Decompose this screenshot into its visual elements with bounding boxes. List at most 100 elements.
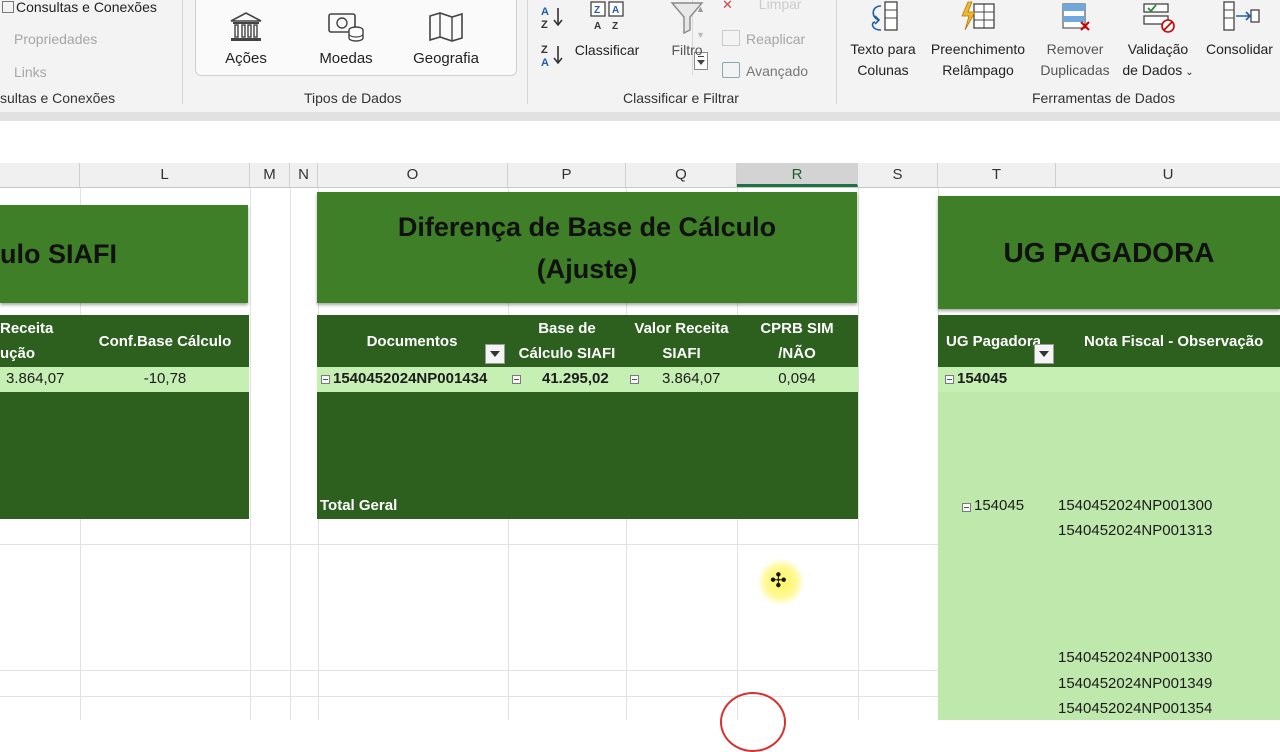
stocks-button[interactable]: Ações	[214, 10, 278, 67]
ribbon-separator	[836, 0, 837, 104]
column-header-n[interactable]: N	[290, 163, 318, 187]
column-header-k[interactable]	[0, 163, 80, 187]
filter-label: Filtro	[671, 42, 703, 58]
column-header-row: L M N O P Q R S T U	[0, 163, 1280, 188]
properties-button[interactable]: Propriedades	[14, 31, 97, 47]
diff-base-value[interactable]: 41.295,02	[542, 367, 609, 391]
currency-icon	[328, 13, 364, 42]
grid-line	[250, 188, 251, 720]
data-validation-button[interactable]: Validação de Dados ⌄	[1118, 0, 1198, 83]
column-header-p[interactable]: P	[508, 163, 626, 187]
ribbon: Consultas e Conexões Propriedades Links …	[0, 0, 1280, 112]
diff-header-cprb: CPRB SIM /NÃO	[737, 316, 857, 366]
flash-fill-button[interactable]: Preenchimento Relâmpago	[926, 0, 1030, 81]
grid-line	[858, 188, 859, 720]
reapply-button[interactable]: Reaplicar	[722, 30, 805, 47]
collapse-icon[interactable]	[512, 375, 521, 384]
svg-text:Z: Z	[612, 21, 618, 32]
ug-filter-dropdown[interactable]	[1034, 344, 1054, 364]
collapse-icon[interactable]	[630, 375, 639, 384]
ug-title: UG PAGADORA	[938, 196, 1280, 309]
ug-note-2[interactable]: 1540452024NP001313	[1058, 519, 1212, 543]
ug-note-5[interactable]: 1540452024NP001354	[1058, 697, 1212, 721]
diff-cprb-value[interactable]: 0,094	[737, 367, 857, 391]
sort-button[interactable]: Z A A Z Classificar	[572, 0, 642, 61]
column-header-r[interactable]: R	[737, 163, 858, 187]
column-header-u[interactable]: U	[1056, 163, 1280, 187]
geography-button[interactable]: Geografia	[408, 10, 484, 67]
svg-text:A: A	[541, 6, 549, 18]
queries-group-label: sultas e Conexões	[0, 90, 116, 106]
collapse-icon[interactable]	[321, 375, 330, 384]
column-header-s[interactable]: S	[858, 163, 938, 187]
flash-fill-icon	[961, 1, 995, 31]
text-to-columns-button[interactable]: Texto para Colunas	[846, 0, 920, 81]
column-header-q[interactable]: Q	[626, 163, 737, 187]
ug-row2-value[interactable]: 154045	[974, 494, 1024, 518]
column-header-o[interactable]: O	[318, 163, 508, 187]
diff-title-line-1: Diferença de Base de Cálculo	[397, 211, 777, 242]
queries-connections-label: Consultas e Conexões	[16, 0, 157, 15]
sort-az-icon: A Z	[541, 6, 563, 31]
remove-duplicates-label-1: Remover	[1046, 41, 1104, 57]
sort-za-button[interactable]: Z A	[540, 42, 566, 73]
queries-connections-button[interactable]: Consultas e Conexões	[2, 0, 157, 15]
ug-note-1[interactable]: 1540452024NP001300	[1058, 494, 1212, 518]
grid-line	[0, 696, 940, 697]
documentos-filter-dropdown[interactable]	[485, 344, 505, 364]
queries-icon	[2, 1, 14, 13]
grid-line	[0, 670, 940, 671]
clear-filter-button[interactable]: ✕ Limpar	[722, 0, 802, 13]
remove-duplicates-label-2: Duplicadas	[1040, 62, 1110, 78]
siafi-conf-value[interactable]: -10,78	[80, 367, 250, 391]
sort-az-button[interactable]: A Z	[540, 4, 566, 35]
data-types-gallery: Ações Moedas Geografia ▲ ▼	[195, 0, 708, 76]
text-to-columns-icon	[871, 1, 898, 31]
diff-header-cprb-2: /NÃO	[778, 345, 816, 362]
data-validation-icon	[1143, 3, 1175, 33]
ug-note-3[interactable]: 1540452024NP001330	[1058, 646, 1212, 670]
data-validation-label-1: Validação	[1127, 41, 1189, 57]
column-header-t[interactable]: T	[938, 163, 1056, 187]
ug-row1-value[interactable]: 154045	[957, 367, 1007, 391]
links-button[interactable]: Links	[14, 64, 47, 80]
filter-button[interactable]: Filtro	[660, 0, 714, 61]
consolidate-label: Consolidar	[1206, 41, 1273, 57]
ug-note-4[interactable]: 1540452024NP001349	[1058, 672, 1212, 696]
stocks-label: Ações	[225, 50, 267, 67]
flash-fill-label-1: Preenchimento	[930, 41, 1026, 57]
consolidate-button[interactable]: Consolidar	[1202, 0, 1280, 60]
advanced-filter-button[interactable]: Avançado	[722, 62, 808, 79]
collapse-icon[interactable]	[962, 503, 971, 512]
ribbon-separator	[182, 0, 183, 104]
diff-header-cprb-1: CPRB SIM	[760, 320, 834, 337]
sort-dialog-icon: Z A A Z	[590, 1, 624, 32]
diff-header-base: Base de Cálculo SIAFI	[508, 316, 626, 366]
remove-duplicates-icon	[1062, 3, 1090, 31]
column-header-m[interactable]: M	[250, 163, 290, 187]
svg-text:A: A	[612, 5, 619, 16]
column-header-l[interactable]: L	[80, 163, 250, 187]
ug-detail-area	[938, 392, 1280, 720]
clear-filter-label: Limpar	[758, 0, 802, 12]
remove-duplicates-button[interactable]: Remover Duplicadas	[1034, 0, 1116, 81]
siafi-receita-value[interactable]: 3.864,07	[6, 367, 64, 391]
diff-documento-value[interactable]: 1540452024NP001434	[333, 367, 487, 391]
collapse-icon[interactable]	[945, 375, 954, 384]
reapply-label: Reaplicar	[746, 31, 806, 47]
currencies-button[interactable]: Moedas	[311, 10, 381, 67]
diff-valor-value[interactable]: 3.864,07	[662, 367, 720, 391]
diff-header-base-1: Base de	[538, 320, 596, 337]
flash-fill-label-2: Relâmpago	[942, 62, 1014, 78]
grid-line	[290, 188, 291, 720]
diff-header-valor-2: SIAFI	[662, 345, 701, 362]
diff-header-documentos: Documentos	[366, 333, 458, 350]
siafi-header-receita-1: Receita	[0, 320, 54, 337]
ug-title-text: UG PAGADORA	[1003, 236, 1215, 268]
diff-title: Diferença de Base de Cálculo (Ajuste)	[317, 192, 857, 303]
svg-text:Z: Z	[594, 5, 600, 16]
ug-header-ug: UG Pagadora	[946, 333, 1042, 350]
svg-text:A: A	[594, 21, 601, 32]
data-types-group-label: Tipos de Dados	[304, 90, 402, 106]
ribbon-border	[0, 112, 1280, 121]
